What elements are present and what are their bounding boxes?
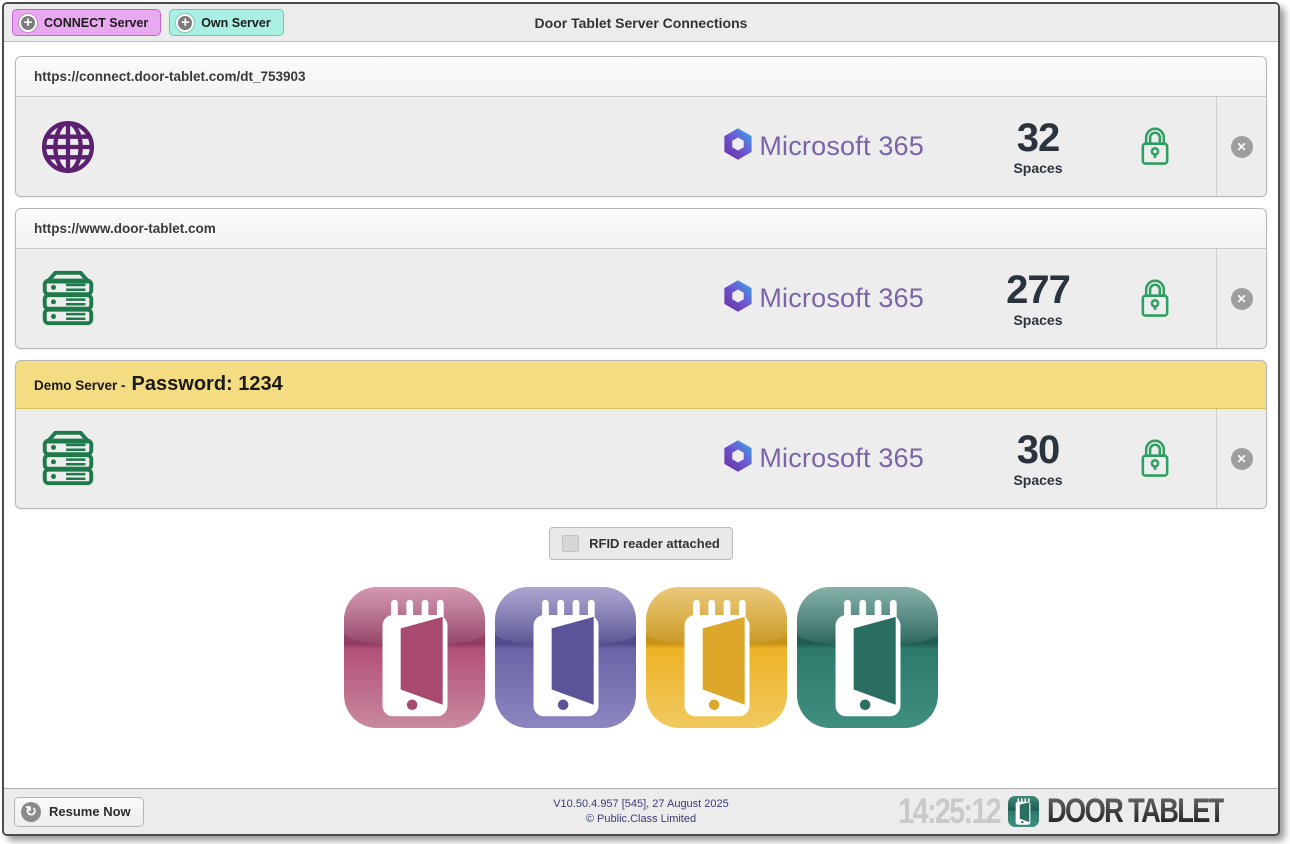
demo-server-header: Demo Server - Password: 1234	[16, 361, 1266, 409]
door-tablet-theme-purple-icon[interactable]	[495, 587, 636, 728]
integration-label: Microsoft 365	[759, 443, 924, 474]
door-tablet-app-icon	[1008, 796, 1039, 827]
plus-icon: +	[19, 14, 37, 32]
lock-icon[interactable]	[1136, 278, 1174, 320]
server-url-header: https://connect.door-tablet.com/dt_75390…	[16, 57, 1266, 97]
door-tablet-theme-teal-icon[interactable]	[797, 587, 938, 728]
footer-bar: ↻ Resume Now V10.50.4.957 [545], 27 Augu…	[4, 788, 1278, 834]
server-stack-icon	[36, 268, 100, 330]
rfid-checkbox[interactable]	[562, 535, 579, 552]
spaces-count: 277	[1002, 270, 1074, 310]
theme-icons-row	[15, 587, 1267, 728]
door-tablet-theme-pink-icon[interactable]	[344, 587, 485, 728]
spaces-label: Spaces	[1002, 160, 1074, 176]
server-card: Demo Server - Password: 1234	[15, 360, 1267, 509]
integration-label: Microsoft 365	[759, 283, 924, 314]
microsoft-365-icon	[720, 278, 756, 319]
own-server-button[interactable]: + Own Server	[169, 9, 283, 36]
server-url-header: https://www.door-tablet.com	[16, 209, 1266, 249]
server-card: https://www.door-tablet.com	[15, 208, 1267, 349]
connect-server-button[interactable]: + CONNECT Server	[12, 9, 161, 36]
close-icon[interactable]: ✕	[1231, 448, 1253, 470]
close-icon[interactable]: ✕	[1231, 136, 1253, 158]
spaces-label: Spaces	[1002, 472, 1074, 488]
rfid-label: RFID reader attached	[589, 536, 720, 551]
microsoft-365-icon	[720, 126, 756, 167]
close-icon[interactable]: ✕	[1231, 288, 1253, 310]
server-card-body: Microsoft 365 30 Spaces	[16, 409, 1266, 508]
spaces-count: 30	[1002, 430, 1074, 470]
server-card: https://connect.door-tablet.com/dt_75390…	[15, 56, 1267, 197]
main-content: https://connect.door-tablet.com/dt_75390…	[4, 42, 1278, 788]
globe-icon	[36, 117, 100, 177]
clock-display: 14:25:12	[898, 792, 1000, 832]
server-stack-icon	[36, 428, 100, 490]
lock-icon[interactable]	[1136, 438, 1174, 480]
plus-icon: +	[176, 14, 194, 32]
own-server-label: Own Server	[201, 16, 270, 30]
app-window: Door Tablet Server Connections + CONNECT…	[2, 2, 1280, 836]
door-tablet-logo: DOOR TABLET	[1047, 792, 1224, 831]
server-card-body: Microsoft 365 32 Spaces	[16, 97, 1266, 196]
microsoft-365-logo: Microsoft 365	[720, 126, 924, 167]
demo-password: Password: 1234	[132, 373, 283, 396]
spaces-counter: 32 Spaces	[1002, 118, 1074, 176]
microsoft-365-icon	[720, 438, 756, 479]
rfid-reader-toggle[interactable]: RFID reader attached	[549, 527, 733, 560]
integration-label: Microsoft 365	[759, 131, 924, 162]
microsoft-365-logo: Microsoft 365	[720, 438, 924, 479]
spaces-label: Spaces	[1002, 312, 1074, 328]
resume-now-button[interactable]: ↻ Resume Now	[14, 797, 144, 827]
spaces-count: 32	[1002, 118, 1074, 158]
top-toolbar: Door Tablet Server Connections + CONNECT…	[4, 4, 1278, 42]
microsoft-365-logo: Microsoft 365	[720, 278, 924, 319]
refresh-icon: ↻	[21, 802, 41, 822]
connect-server-label: CONNECT Server	[44, 16, 148, 30]
spaces-counter: 277 Spaces	[1002, 270, 1074, 328]
resume-now-label: Resume Now	[49, 804, 131, 819]
spaces-counter: 30 Spaces	[1002, 430, 1074, 488]
server-card-body: Microsoft 365 277 Spaces	[16, 249, 1266, 348]
door-tablet-theme-gold-icon[interactable]	[646, 587, 787, 728]
lock-icon[interactable]	[1136, 126, 1174, 168]
